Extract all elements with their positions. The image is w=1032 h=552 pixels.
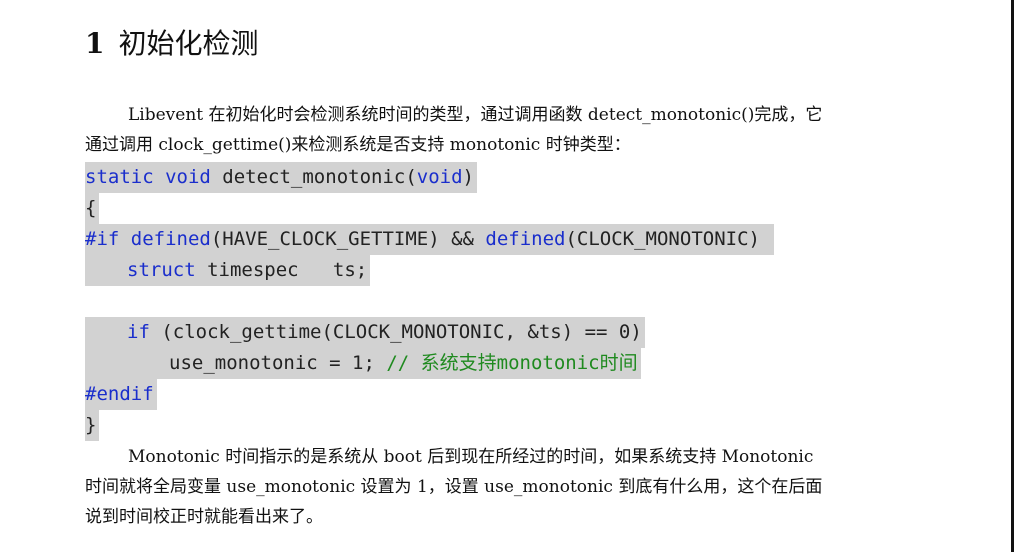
code-keyword: struct <box>127 259 196 281</box>
outro-line-2: 时间就将全局变量 use_monotonic 设置为 1，设置 use_mono… <box>85 477 823 497</box>
code-text: (clock_gettime(CLOCK_MONOTONIC, &ts) == … <box>149 321 642 343</box>
section-title: 初始化检测 <box>118 27 259 60</box>
code-line-8: #endif <box>85 379 774 410</box>
page-right-border <box>1011 0 1014 552</box>
code-keyword: static <box>85 166 154 188</box>
code-line-3: #if defined(HAVE_CLOCK_GETTIME) && defin… <box>85 224 775 255</box>
code-text: { <box>85 197 97 219</box>
code-line-1: static void detect_monotonic(void) <box>85 162 774 193</box>
code-text: } <box>85 414 97 436</box>
section-heading: 1 初始化检测 <box>85 24 259 64</box>
code-text: (HAVE_CLOCK_GETTIME) && <box>210 228 486 250</box>
code-line-7: use_monotonic = 1; // 系统支持monotonic时间 <box>85 348 774 379</box>
code-text: timespec ts; <box>195 259 368 281</box>
code-keyword: defined <box>485 228 566 250</box>
section-number: 1 <box>85 27 105 60</box>
intro-line-1: Libevent 在初始化时会检测系统时间的类型，通过调用函数 detect_m… <box>128 105 823 125</box>
code-keyword: #if <box>85 228 120 250</box>
intro-paragraph: Libevent 在初始化时会检测系统时间的类型，通过调用函数 detect_m… <box>85 100 925 160</box>
code-text: ) <box>462 166 474 188</box>
code-text: (CLOCK_MONOTONIC) <box>565 228 772 250</box>
code-keyword: defined <box>130 228 211 250</box>
outro-paragraph: Monotonic 时间指示的是系统从 boot 后到现在所经过的时间，如果系统… <box>85 442 925 532</box>
outro-line-1: Monotonic 时间指示的是系统从 boot 后到现在所经过的时间，如果系统… <box>128 447 814 467</box>
code-keyword: if <box>127 321 150 343</box>
intro-line-2: 通过调用 clock_gettime()来检测系统是否支持 monotonic … <box>85 135 631 155</box>
code-block: static void detect_monotonic(void) { #if… <box>85 162 775 441</box>
code-line-6: if (clock_gettime(CLOCK_MONOTONIC, &ts) … <box>85 317 774 348</box>
code-text: detect_monotonic( <box>210 166 417 188</box>
code-keyword: void <box>165 166 211 188</box>
code-line-9: } <box>85 410 774 441</box>
code-keyword: void <box>416 166 463 188</box>
outro-line-3: 说到时间校正时就能看出来了。 <box>85 507 323 527</box>
code-comment: // 系统支持monotonic时间 <box>386 352 638 374</box>
code-line-4: struct timespec ts; <box>85 255 774 286</box>
code-line-2: { <box>85 193 774 224</box>
code-text: use_monotonic = 1; <box>169 352 387 374</box>
code-line-5-blank <box>85 286 774 317</box>
code-keyword: #endif <box>85 383 154 405</box>
